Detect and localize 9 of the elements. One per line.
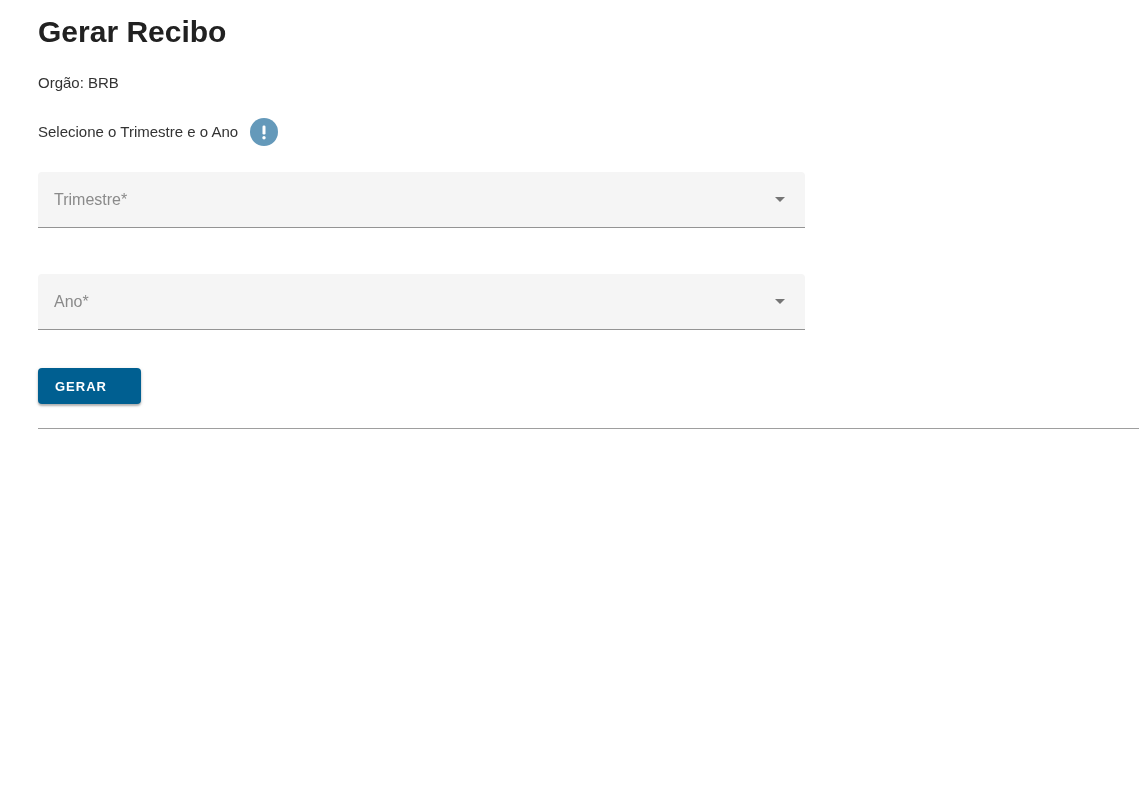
page-title: Gerar Recibo: [38, 14, 227, 50]
select-field[interactable]: Trimestre*: [38, 172, 805, 228]
info-icon[interactable]: [250, 118, 279, 146]
instruction-text: Selecione o Trimestre e o Ano: [38, 122, 239, 142]
organ-label: Orgão: BRB: [38, 73, 119, 93]
caret-icon: [775, 197, 785, 202]
select-field[interactable]: Ano*: [38, 274, 805, 330]
caret-icon: [775, 299, 785, 304]
generate-button[interactable]: GERAR: [38, 368, 141, 404]
